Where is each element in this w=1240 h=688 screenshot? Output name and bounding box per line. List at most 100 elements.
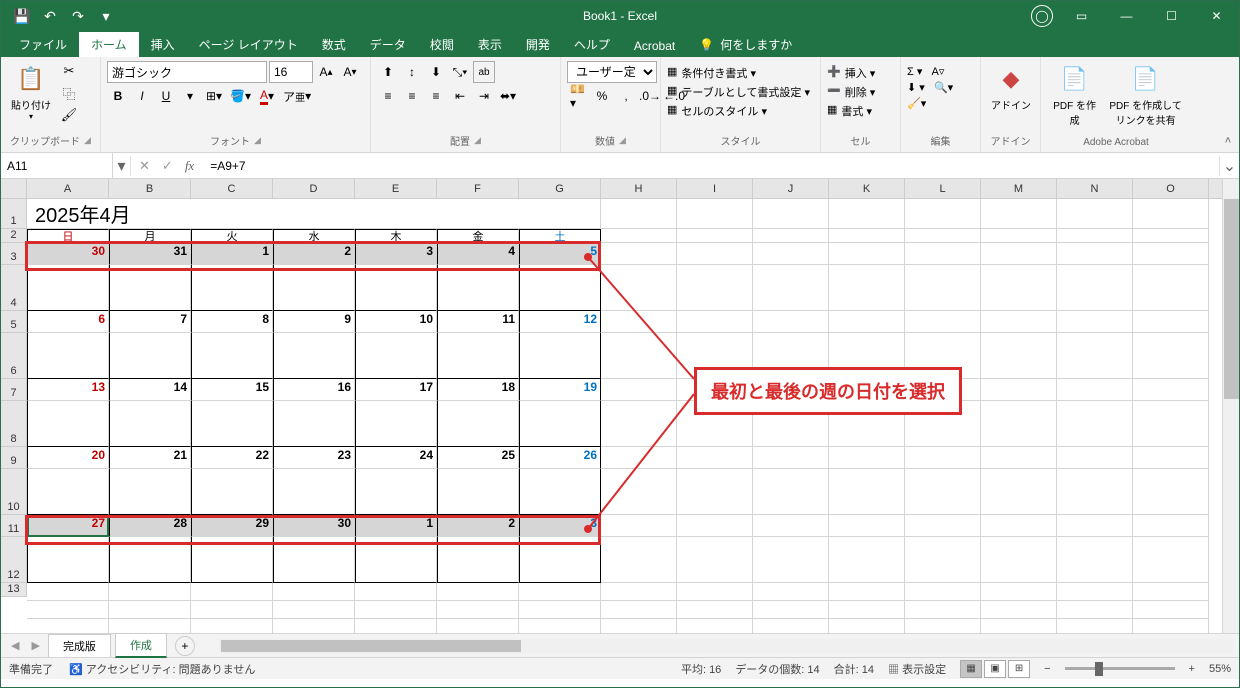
cell[interactable] (829, 515, 905, 537)
cell[interactable] (191, 583, 273, 601)
cell[interactable] (355, 469, 437, 515)
cell[interactable] (829, 311, 905, 333)
row-header-7[interactable]: 7 (1, 379, 26, 401)
cell[interactable] (677, 601, 753, 619)
tell-me[interactable]: 💡 何をしますか (687, 32, 804, 57)
cell[interactable] (981, 379, 1057, 401)
add-sheet-icon[interactable]: + (175, 636, 195, 656)
underline-dd[interactable]: ▾ (179, 85, 201, 107)
cell[interactable] (519, 333, 601, 379)
cell[interactable]: 火 (191, 229, 273, 243)
tab-insert[interactable]: 挿入 (139, 32, 187, 57)
maximize-icon[interactable]: ☐ (1149, 1, 1194, 31)
cell[interactable] (273, 401, 355, 447)
cell[interactable] (355, 401, 437, 447)
col-header-L[interactable]: L (905, 179, 981, 198)
cell[interactable]: 3 (355, 243, 437, 265)
formula-input[interactable] (202, 159, 1219, 173)
qat-customize-icon[interactable]: ▾ (93, 3, 119, 29)
cell[interactable] (1057, 333, 1133, 379)
wrap-text-button[interactable]: ab (473, 61, 495, 83)
cell[interactable] (437, 265, 519, 311)
cell[interactable]: 2025年4月 (27, 199, 601, 229)
cell[interactable] (1133, 229, 1209, 243)
cell[interactable] (753, 537, 829, 583)
page-break-view-icon[interactable]: ⊞ (1008, 660, 1030, 678)
tab-view[interactable]: 表示 (466, 32, 514, 57)
cell[interactable]: 13 (27, 379, 109, 401)
conditional-format-button[interactable]: ▦条件付き書式 ▾ (667, 65, 814, 81)
expand-formula-icon[interactable]: ⌄ (1219, 156, 1239, 176)
cell[interactable] (753, 583, 829, 601)
tab-help[interactable]: ヘルプ (562, 32, 622, 57)
enter-formula-icon[interactable]: ✓ (162, 158, 173, 174)
cell[interactable] (1057, 515, 1133, 537)
col-header-G[interactable]: G (519, 179, 601, 198)
col-header-O[interactable]: O (1133, 179, 1209, 198)
cell[interactable] (1057, 447, 1133, 469)
tab-developer[interactable]: 開発 (514, 32, 562, 57)
cell[interactable]: 30 (27, 243, 109, 265)
row-header-13[interactable]: 13 (1, 583, 26, 597)
cell[interactable] (437, 333, 519, 379)
cell[interactable] (519, 537, 601, 583)
fill-color-button[interactable]: 🪣▾ (227, 85, 254, 107)
comma-icon[interactable]: , (615, 85, 637, 107)
cell[interactable] (1133, 619, 1209, 633)
cell[interactable] (1057, 311, 1133, 333)
increase-decimal-icon[interactable]: .0→ (639, 85, 661, 107)
cell[interactable] (753, 311, 829, 333)
col-header-B[interactable]: B (109, 179, 191, 198)
cell[interactable] (27, 619, 109, 633)
cell[interactable] (601, 229, 677, 243)
col-header-A[interactable]: A (27, 179, 109, 198)
delete-button[interactable]: ➖削除 ▾ (827, 84, 894, 100)
addin-button[interactable]: ◆ アドイン (987, 61, 1035, 114)
row-header-6[interactable]: 6 (1, 333, 26, 379)
col-header-F[interactable]: F (437, 179, 519, 198)
cell[interactable] (601, 537, 677, 583)
display-settings[interactable]: ▦ 表示設定 (888, 661, 946, 677)
cell[interactable]: 2 (273, 243, 355, 265)
row-header-1[interactable]: 1 (1, 199, 26, 229)
cell[interactable] (753, 619, 829, 633)
tab-nav-prev-icon[interactable]: ◀ (7, 639, 23, 652)
cell[interactable]: 9 (273, 311, 355, 333)
format-as-table-button[interactable]: ▦テーブルとして書式設定 ▾ (667, 84, 814, 100)
cell[interactable]: 1 (355, 515, 437, 537)
cell[interactable]: 30 (273, 515, 355, 537)
cell[interactable] (1057, 379, 1133, 401)
cell[interactable] (601, 469, 677, 515)
orientation-icon[interactable]: ⤡▾ (449, 61, 471, 83)
cell[interactable] (191, 619, 273, 633)
cell[interactable] (109, 401, 191, 447)
cell[interactable] (1057, 243, 1133, 265)
horizontal-scrollbar[interactable] (219, 639, 1233, 653)
cell[interactable] (829, 583, 905, 601)
col-header-I[interactable]: I (677, 179, 753, 198)
cell[interactable] (601, 311, 677, 333)
cell[interactable]: 金 (437, 229, 519, 243)
normal-view-icon[interactable]: ▦ (960, 660, 982, 678)
cell[interactable] (753, 229, 829, 243)
cell[interactable] (829, 229, 905, 243)
cell[interactable] (191, 537, 273, 583)
tab-home[interactable]: ホーム (79, 32, 139, 57)
cell[interactable]: 23 (273, 447, 355, 469)
cell[interactable] (355, 265, 437, 311)
cell[interactable] (905, 243, 981, 265)
cell[interactable] (1057, 619, 1133, 633)
cell[interactable]: 6 (27, 311, 109, 333)
cell[interactable] (829, 243, 905, 265)
cell[interactable] (437, 401, 519, 447)
collapse-ribbon-icon[interactable]: ˄ (1220, 133, 1236, 149)
cell[interactable] (355, 583, 437, 601)
copy-icon[interactable]: ⿻ (59, 83, 79, 103)
cell[interactable]: 24 (355, 447, 437, 469)
cell[interactable] (519, 265, 601, 311)
cell[interactable] (753, 601, 829, 619)
col-header-H[interactable]: H (601, 179, 677, 198)
cell[interactable]: 4 (437, 243, 519, 265)
cell[interactable] (829, 537, 905, 583)
cell[interactable] (109, 537, 191, 583)
